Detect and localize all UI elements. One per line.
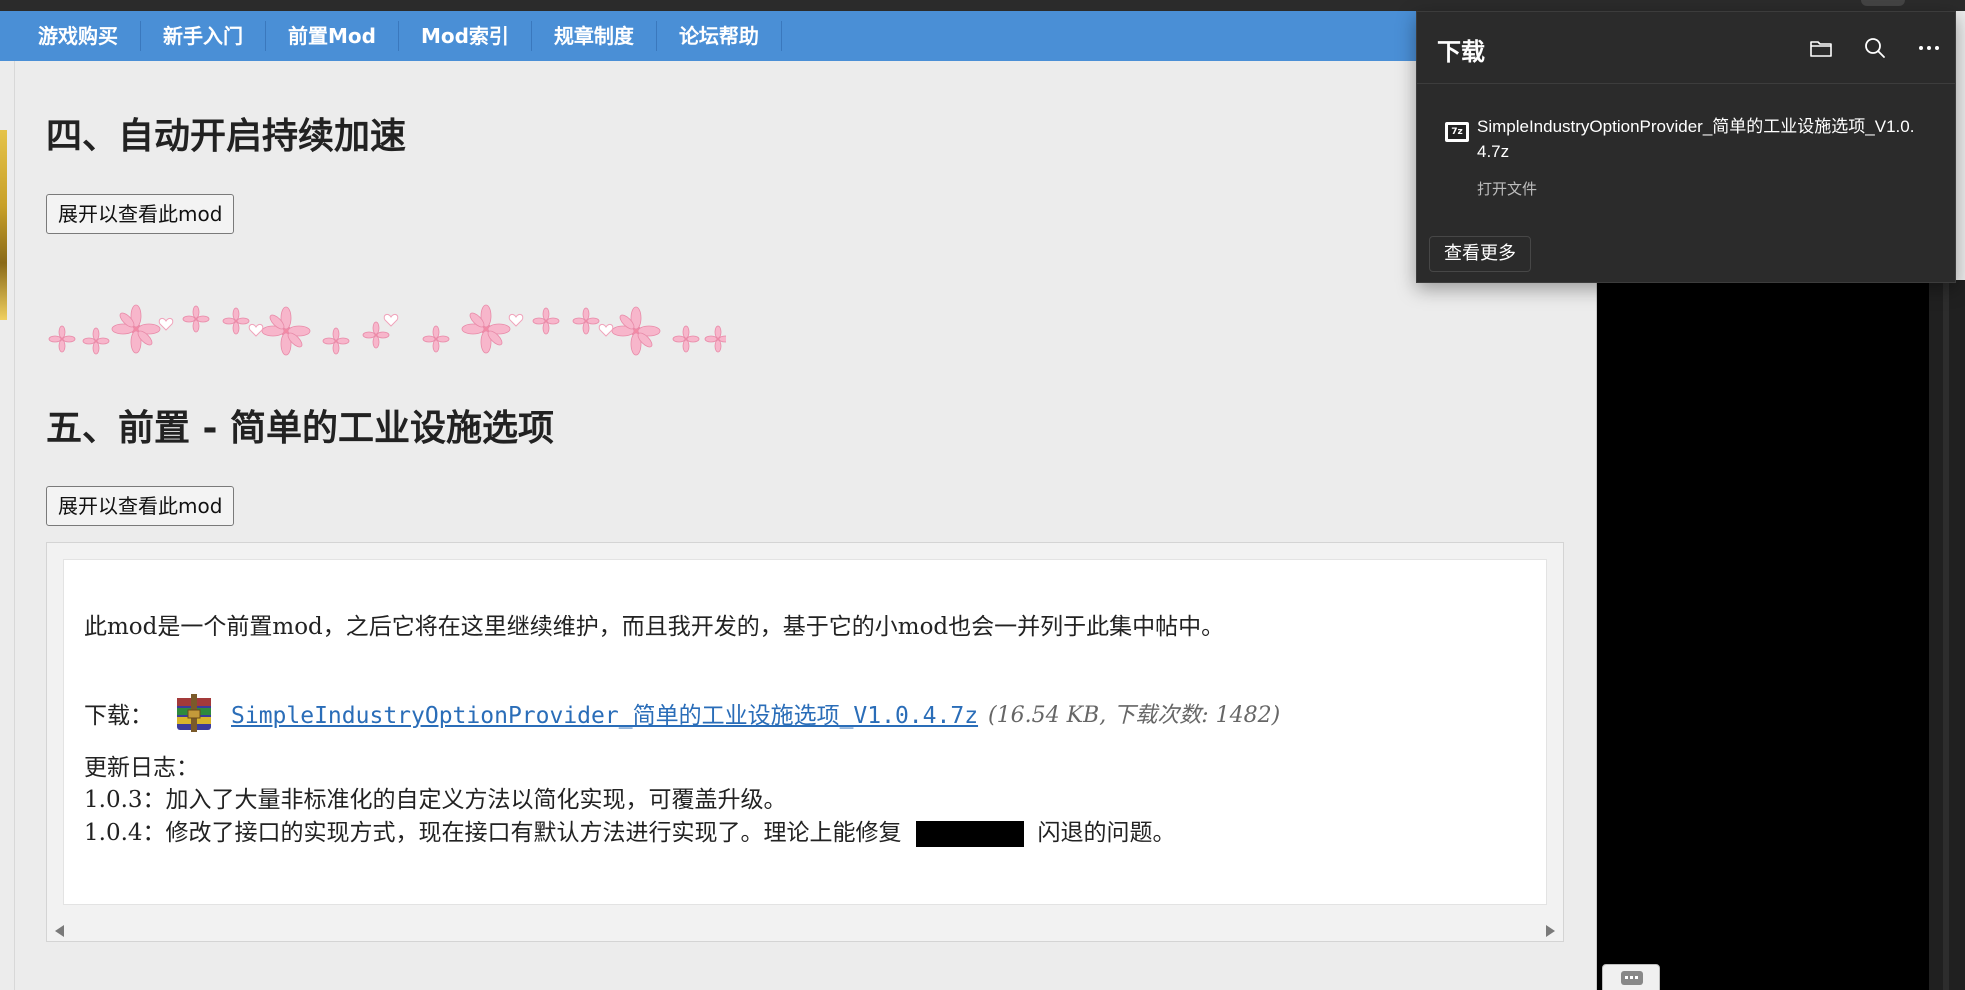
browser-top-strip xyxy=(0,0,1965,11)
download-meta: (16.54 KB, 下载次数: 1482) xyxy=(988,703,1281,728)
download-file-name[interactable]: SimpleIndustryOptionProvider_简单的工业设施选项_V… xyxy=(1477,114,1917,164)
chat-icon xyxy=(1621,971,1643,985)
section-title-auto-accelerate: 四、自动开启持续加速 xyxy=(46,116,407,157)
download-item[interactable]: 7z SimpleIndustryOptionProvider_简单的工业设施选… xyxy=(1417,84,1955,214)
search-icon[interactable] xyxy=(1861,34,1889,62)
side-banner-image xyxy=(0,130,7,320)
download-label: 下载： xyxy=(84,703,153,729)
download-row: 下载： SimpleIndustryOptionProvider_简单的工业设施… xyxy=(84,690,1280,736)
left-divider xyxy=(14,61,15,990)
downloads-panel: 下载 7z SimpleIndustryOptionProvider_简单的工业… xyxy=(1416,11,1956,283)
black-side-panel xyxy=(1597,280,1929,990)
expand-mod-button-4[interactable]: 展开以查看此mod xyxy=(46,194,235,234)
chat-bubble-button[interactable] xyxy=(1602,964,1660,990)
changelog-line-2-start: 1.0.4：修改了接口的实现方式，现在接口有默认方法进行实现了。理论上能修复 xyxy=(84,820,902,846)
nav-item-mod-index[interactable]: Mod索引 xyxy=(399,21,532,51)
scroll-left-arrow-icon[interactable] xyxy=(55,925,64,937)
changelog-line-2-end: 闪退的问题。 xyxy=(1037,820,1176,846)
mod-details-box: 此mod是一个前置mod，之后它将在这里继续维护，而且我开发的，基于它的小mod… xyxy=(46,542,1564,942)
nav-item-prerequisite-mod[interactable]: 前置Mod xyxy=(266,21,399,51)
nav-item-rules[interactable]: 规章制度 xyxy=(532,21,657,51)
see-more-button[interactable]: 查看更多 xyxy=(1429,236,1531,272)
changelog-title: 更新日志： xyxy=(84,755,199,781)
winrar-archive-icon xyxy=(177,694,211,732)
vertical-scrollbar[interactable] xyxy=(1943,280,1949,990)
downloads-header: 下载 xyxy=(1417,12,1955,84)
section-title-simple-industry: 五、前置 - 简单的工业设施选项 xyxy=(46,408,555,449)
horizontal-scrollbar[interactable] xyxy=(47,919,1563,941)
flower-divider-image xyxy=(48,304,726,356)
changelog-line-2: 1.0.4：修改了接口的实现方式，现在接口有默认方法进行实现了。理论上能修复 闪退… xyxy=(84,813,1176,847)
changelog-line-1: 1.0.3：加入了大量非标准化的自定义方法以简化实现，可覆盖升级。 xyxy=(84,787,787,813)
scroll-right-arrow-icon[interactable] xyxy=(1546,925,1555,937)
browser-right-edge xyxy=(1929,280,1965,990)
nav-item-forum-help[interactable]: 论坛帮助 xyxy=(657,21,782,51)
open-file-link[interactable]: 打开文件 xyxy=(1477,178,1537,199)
expand-mod-button-5[interactable]: 展开以查看此mod xyxy=(46,486,235,526)
forum-navbar: 游戏购买 新手入门 前置Mod Mod索引 规章制度 论坛帮助 xyxy=(0,11,1600,61)
nav-item-buy-game[interactable]: 游戏购买 xyxy=(16,21,141,51)
mod-details-content: 此mod是一个前置mod，之后它将在这里继续维护，而且我开发的，基于它的小mod… xyxy=(63,559,1547,905)
downloads-title: 下载 xyxy=(1437,38,1485,66)
nav-item-beginner[interactable]: 新手入门 xyxy=(141,21,266,51)
redacted-block xyxy=(915,821,1024,847)
more-options-icon[interactable] xyxy=(1915,34,1943,62)
download-link[interactable]: SimpleIndustryOptionProvider_简单的工业设施选项_V… xyxy=(231,696,978,730)
tab-hint xyxy=(1861,0,1905,6)
mod-intro-text: 此mod是一个前置mod，之后它将在这里继续维护，而且我开发的，基于它的小mod… xyxy=(84,614,1225,640)
7z-file-icon: 7z xyxy=(1445,122,1469,142)
folder-icon[interactable] xyxy=(1807,34,1835,62)
